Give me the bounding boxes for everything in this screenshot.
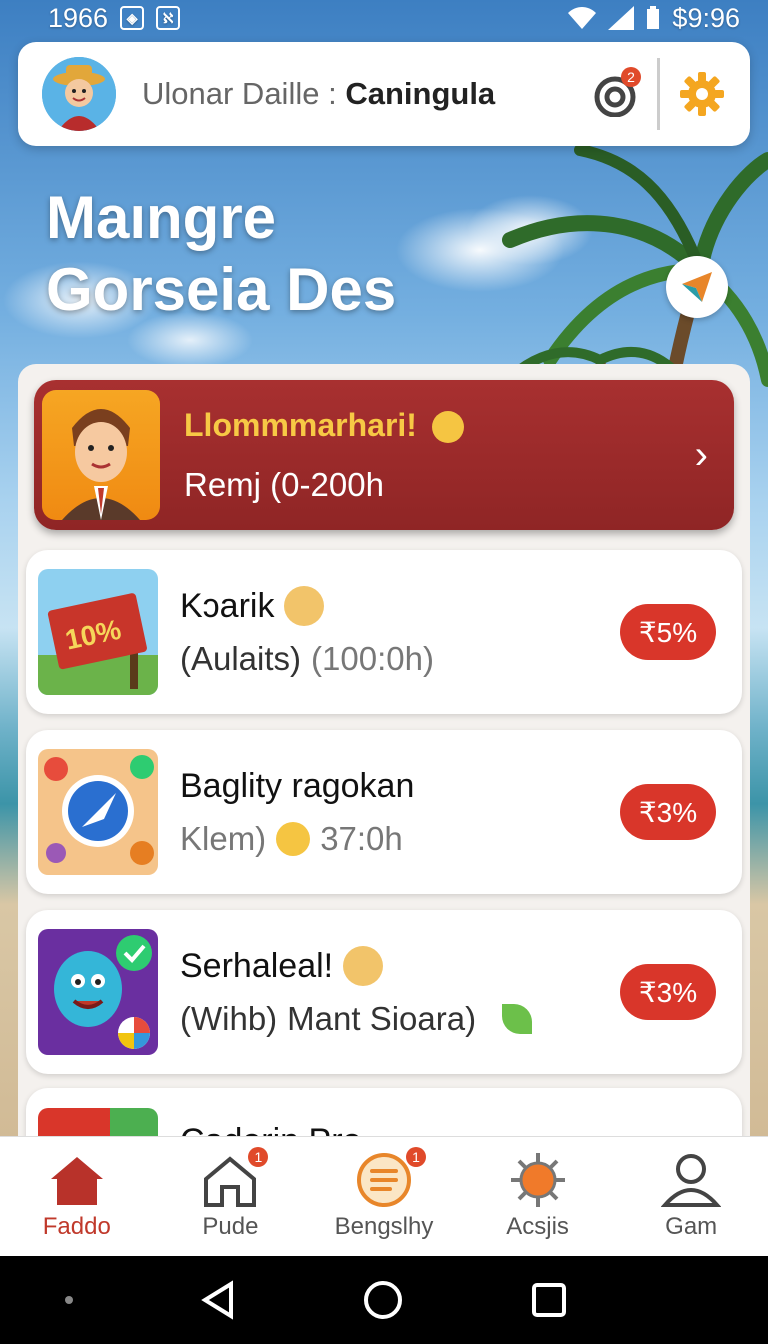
character-game-image (38, 929, 158, 1055)
status-battery-text: $9:96 (672, 2, 740, 33)
featured-title: Llommmarhari! (184, 407, 464, 444)
header-title-prefix: Ulonar Daille : (142, 76, 337, 111)
character-avatar-icon (284, 586, 325, 626)
nav-item-profile[interactable]: Gam (621, 1153, 761, 1241)
back-icon[interactable] (201, 1280, 235, 1320)
featured-title-text: Llommmarhari! (184, 406, 417, 443)
businessman-character-icon (62, 409, 140, 520)
list-item[interactable]: 10% Kɔarik (Aulaits) (100:0h) ₹5% (26, 550, 742, 714)
compass-game-image (38, 749, 158, 875)
hero-line-2: Gorseia Des (46, 256, 397, 323)
card-duration: Mant Sioara) (287, 1000, 477, 1037)
user-icon (661, 1153, 722, 1207)
home-circle-icon[interactable] (363, 1280, 403, 1320)
leaf-icon (502, 1004, 533, 1034)
paper-plane-icon (682, 272, 712, 302)
notification-button[interactable]: 2 (593, 67, 641, 118)
sun-icon (510, 1152, 565, 1207)
emoji-icon (276, 821, 311, 856)
home-icon (50, 1156, 103, 1205)
nav-item-3[interactable]: 1 Bengslhy (314, 1146, 454, 1241)
list-icon (356, 1152, 411, 1207)
avatar-cartoon-icon (42, 57, 116, 131)
list-item[interactable]: Baglity ragokan Klem) 37:0h ₹3% (26, 730, 742, 894)
wifi-icon (568, 7, 597, 29)
card-duration: 37:0h (320, 819, 403, 857)
featured-subtitle: Remj (0-200h (184, 465, 384, 503)
hero-line-1: Maıngre (46, 184, 277, 251)
card-subtitle: (Aulaits) (180, 640, 302, 677)
nav-badge: 1 (248, 1146, 269, 1167)
signal-icon (608, 6, 635, 30)
card-subtitle: (Wihb) (180, 1000, 278, 1037)
character-avatar-icon (343, 946, 384, 986)
notification-badge: 2 (621, 67, 641, 87)
featured-image (42, 390, 160, 520)
emoji-icon (431, 411, 464, 444)
discount-badge[interactable]: ₹3% (620, 964, 716, 1020)
status-bar: 1966 ◈ ℵ $9:96 (0, 0, 768, 36)
nav-label: Pude (202, 1212, 259, 1240)
card-title: Kɔarik (180, 586, 275, 625)
header-title: Ulonar Daille : Caningula (142, 76, 495, 112)
dot-icon (64, 1296, 73, 1304)
discount-badge[interactable]: ₹5% (620, 604, 716, 660)
chevron-right-icon[interactable]: › (695, 433, 708, 478)
discount-badge[interactable]: ₹3% (620, 784, 716, 840)
share-button[interactable] (666, 256, 728, 318)
system-navigation-bar (0, 1256, 768, 1344)
hero-title: Maıngre Gorseia Des (46, 182, 566, 326)
nav-item-2[interactable]: 1 Pude (160, 1146, 300, 1241)
nav-label: Acsjis (506, 1212, 569, 1240)
app-notification-icon-2: ℵ (156, 6, 181, 30)
battery-icon (647, 6, 660, 29)
nav-label: Faddo (42, 1212, 111, 1240)
sale-sign-image: 10% (38, 569, 158, 695)
avatar[interactable] (42, 57, 116, 131)
bottom-navigation: Faddo 1 Pude 1 Bengslhy Acsjis Gam (0, 1136, 768, 1256)
header-title-bold: Caningula (345, 76, 496, 111)
nav-item-home[interactable]: Faddo (7, 1153, 147, 1241)
status-time: 1966 (48, 2, 109, 33)
content-panel: Llommmarhari! Remj (0-200h › 10% Kɔarik (18, 364, 750, 1144)
card-duration: (100:0h) (311, 640, 434, 677)
gear-icon[interactable] (678, 70, 726, 118)
card-subtitle: Klem) (180, 819, 267, 857)
card-title: Baglity ragokan (180, 766, 415, 805)
card-title: Serhaleal! (180, 946, 334, 985)
header-divider (657, 58, 660, 130)
list-item[interactable]: Serhaleal! (Wihb) Mant Sioara) ₹3% (26, 910, 742, 1074)
app-notification-icon: ◈ (120, 6, 145, 30)
featured-banner[interactable]: Llommmarhari! Remj (0-200h › (34, 380, 734, 530)
nav-badge: 1 (405, 1146, 426, 1167)
nav-label: Gam (665, 1212, 718, 1240)
nav-label: Bengslhy (334, 1212, 434, 1240)
nav-item-4[interactable]: Acsjis (468, 1152, 608, 1241)
top-header-card: Ulonar Daille : Caningula 2 (18, 42, 750, 146)
recents-icon[interactable] (531, 1282, 567, 1318)
